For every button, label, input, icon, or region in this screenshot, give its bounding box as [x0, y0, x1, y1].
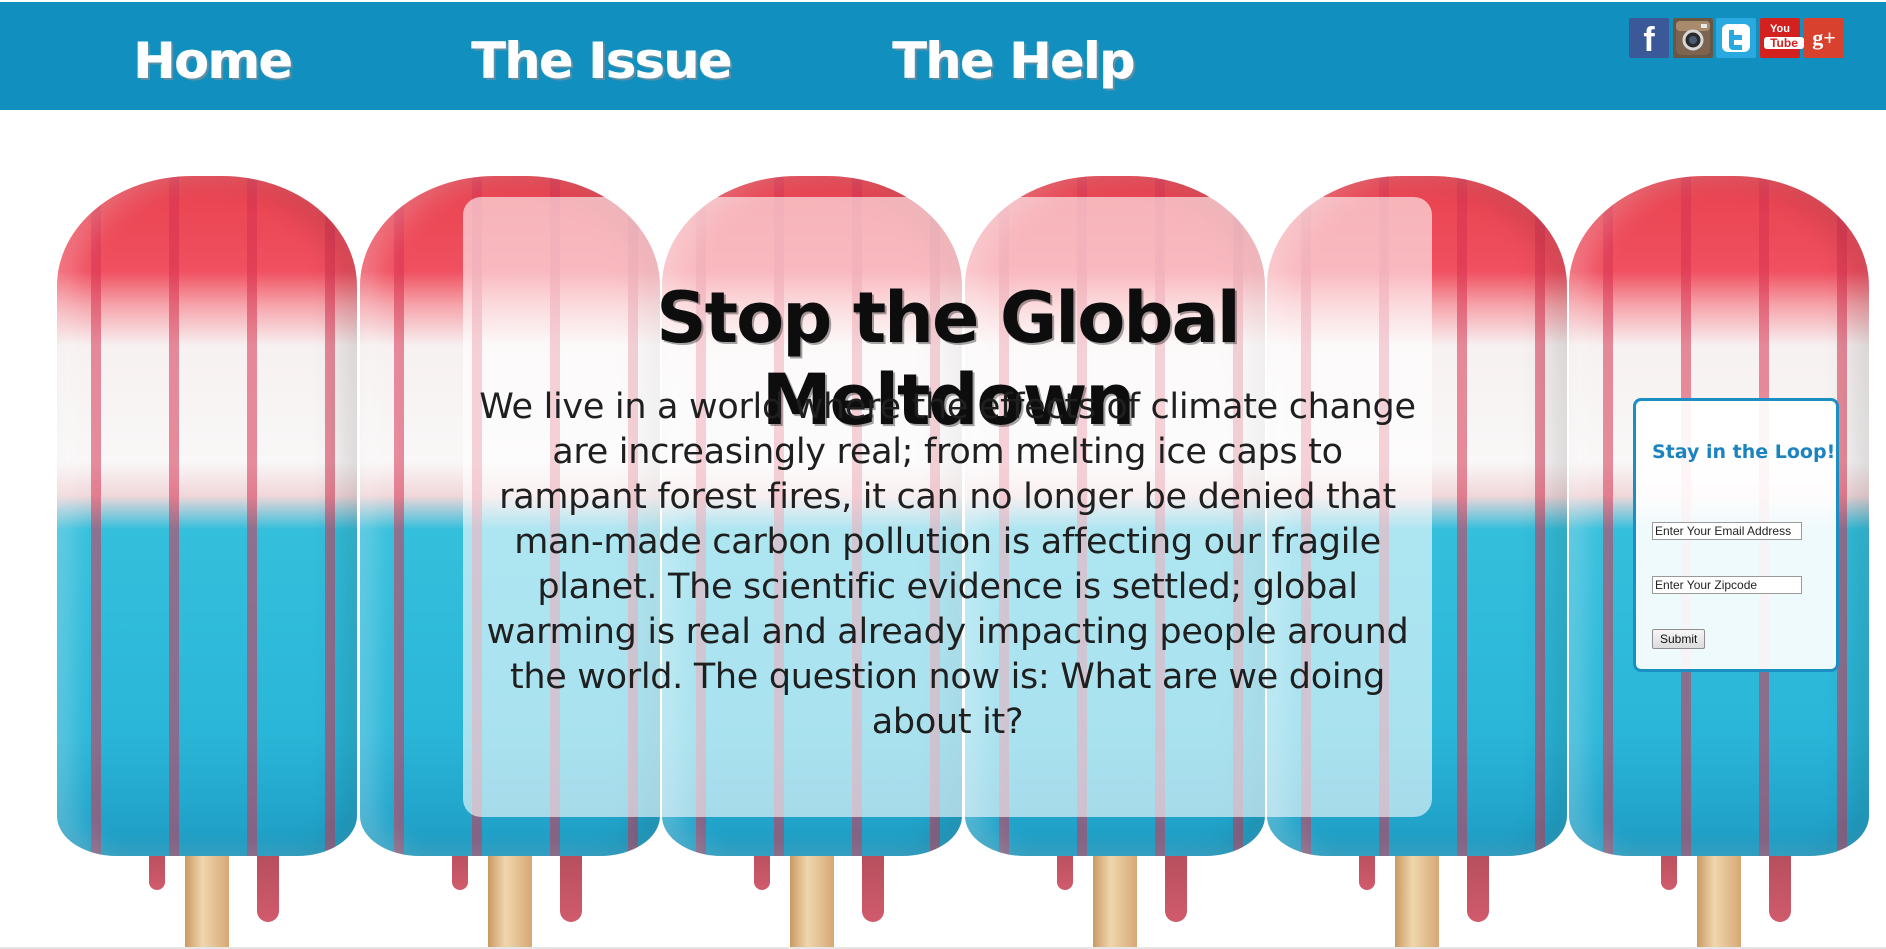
submit-button[interactable]: Submit [1652, 629, 1706, 649]
zipcode-field[interactable] [1652, 576, 1802, 594]
nav-the-help-link[interactable]: The Help [893, 32, 1136, 90]
instagram-icon[interactable] [1673, 18, 1713, 58]
email-field[interactable] [1652, 522, 1802, 540]
newsletter-signup-box: Stay in the Loop! Submit [1633, 398, 1839, 672]
intro-panel: Stop the Global Meltdown We live in a wo… [463, 197, 1432, 817]
facebook-icon[interactable]: f [1629, 18, 1669, 59]
nav-the-issue-link[interactable]: The Issue [472, 32, 733, 90]
twitter-icon[interactable] [1716, 18, 1756, 58]
google-plus-icon[interactable]: g+ [1804, 18, 1844, 58]
facebook-glyph: f [1643, 21, 1655, 59]
instagram-glyph [1676, 21, 1710, 55]
intro-paragraph: We live in a world where the effects of … [479, 387, 1416, 742]
twitter-glyph [1722, 24, 1750, 52]
youtube-icon[interactable]: You Tube [1760, 18, 1804, 58]
youtube-you-text: You [1770, 23, 1790, 35]
google-plus-glyph: g+ [1812, 25, 1836, 50]
signup-title: Stay in the Loop! [1652, 441, 1836, 463]
top-nav-bar: Home The Issue The Help f You Tube g+ [0, 2, 1886, 110]
popsicle-image [57, 176, 357, 947]
youtube-tube-text: Tube [1764, 37, 1804, 49]
nav-home-link[interactable]: Home [134, 32, 293, 90]
